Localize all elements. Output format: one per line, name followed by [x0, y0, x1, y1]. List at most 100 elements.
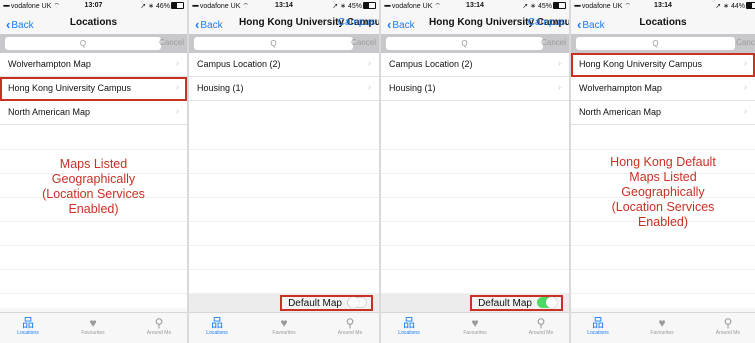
heart-icon: ♥	[658, 316, 666, 330]
tab-label: Favourites	[463, 330, 487, 336]
list-item[interactable]: Campus Location (2) ›	[189, 53, 379, 77]
list-item[interactable]: Wolverhampton Map ›	[0, 53, 187, 77]
tab-label: Locations	[587, 330, 609, 336]
cancel-button[interactable]: Cancel	[541, 38, 566, 47]
tab-locations[interactable]: 品 Locations	[192, 316, 242, 336]
empty-row-separator	[381, 221, 569, 222]
annotation-line: Geographically	[621, 185, 705, 199]
sitemap-icon: 品	[21, 316, 34, 330]
tab-label: Locations	[398, 330, 420, 336]
map-list: Hong Kong University Campus › Wolverhampt…	[571, 53, 755, 308]
search-input[interactable]: Q	[386, 37, 543, 50]
list-item[interactable]: North American Map ›	[0, 101, 187, 125]
list-item-label: Hong Kong University Campus	[579, 59, 703, 69]
heart-icon: ♥	[471, 316, 479, 330]
search-input[interactable]: Q	[194, 37, 353, 50]
empty-row-separator	[0, 269, 187, 270]
empty-row-separator	[381, 197, 569, 198]
list-item[interactable]: Campus Location (2) ›	[381, 53, 569, 77]
chevron-right-icon: ›	[176, 82, 179, 92]
chevron-right-icon: ›	[744, 106, 747, 116]
chevron-right-icon: ›	[744, 82, 747, 92]
page-title: Locations	[69, 17, 118, 28]
tab-around-me[interactable]: ⚲ Around Me	[516, 316, 566, 336]
campus-button[interactable]: Campus	[338, 17, 375, 28]
annotation-text: Hong Kong Default Maps Listed Geographic…	[571, 155, 755, 230]
list-item[interactable]: Wolverhampton Map ›	[571, 77, 755, 101]
annotation-line: (Location Services	[42, 187, 145, 201]
search-icon: Q	[652, 39, 659, 48]
status-bar: ▪▪▪▪ vodafone UK ⌔ 13:14 ➚ ∗ 45%	[381, 0, 569, 12]
search-bar: Q Cancel	[0, 34, 187, 53]
search-input[interactable]: Q	[5, 37, 161, 50]
tab-favourites[interactable]: ♥ Favourites	[68, 316, 118, 336]
list-item-label: Wolverhampton Map	[579, 83, 662, 93]
cancel-button[interactable]: Cancel	[351, 38, 376, 47]
back-label: Back	[200, 20, 223, 31]
search-icon: Q	[461, 39, 468, 48]
list-item[interactable]: Housing (1) ›	[381, 77, 569, 101]
battery-percent: 45%	[347, 3, 362, 10]
tab-around-me[interactable]: ⚲ Around Me	[703, 316, 753, 336]
search-icon: Q	[79, 39, 87, 48]
campus-list: Campus Location (2) › Housing (1) ›	[381, 53, 569, 294]
tab-favourites[interactable]: ♥ Favourites	[259, 316, 309, 336]
cancel-button[interactable]: Cancel	[736, 38, 755, 47]
list-item-highlighted[interactable]: Hong Kong University Campus ›	[0, 77, 187, 101]
default-map-toggle[interactable]	[537, 297, 557, 308]
bluetooth-icon: ∗	[340, 3, 347, 10]
chevron-right-icon: ›	[558, 82, 561, 92]
list-item-highlighted[interactable]: Hong Kong University Campus ›	[571, 53, 755, 77]
campus-list: Campus Location (2) › Housing (1) ›	[189, 53, 379, 294]
tab-favourites[interactable]: ♥ Favourites	[450, 316, 500, 336]
map-list: Wolverhampton Map › Hong Kong University …	[0, 53, 187, 308]
chevron-right-icon: ›	[558, 58, 561, 68]
annotation-text: Maps Listed Geographically (Location Ser…	[0, 157, 187, 217]
heart-icon: ♥	[280, 316, 288, 330]
tab-label: Favourites	[81, 330, 105, 336]
list-item-label: North American Map	[579, 107, 662, 117]
tab-label: Around Me	[337, 330, 363, 336]
list-item[interactable]: Housing (1) ›	[189, 77, 379, 101]
nav-bar: ‹Back Hong Kong University Campus Campus	[189, 12, 379, 34]
back-button[interactable]: ‹Back	[387, 17, 415, 32]
campus-button[interactable]: Campus	[528, 17, 565, 28]
list-item-label: Campus Location (2)	[197, 59, 281, 69]
tab-around-me[interactable]: ⚲ Around Me	[134, 316, 184, 336]
default-map-label: Default Map	[288, 298, 342, 309]
empty-row-separator	[189, 269, 379, 270]
page-title: Locations	[639, 17, 687, 28]
location-icon: ➚	[522, 3, 529, 10]
tab-favourites[interactable]: ♥ Favourites	[637, 316, 687, 336]
empty-row-separator	[0, 245, 187, 246]
default-map-bar: Default Map	[189, 294, 379, 312]
default-map-toggle[interactable]	[347, 297, 367, 308]
search-input[interactable]: Q	[576, 37, 735, 50]
status-bar: ▪▪▪▪ vodafone UK ⌔ 13:14 ➚ ∗ 45%	[189, 0, 379, 12]
tab-locations[interactable]: 品 Locations	[384, 316, 434, 336]
list-item[interactable]: North American Map ›	[571, 101, 755, 125]
empty-row-separator	[381, 173, 569, 174]
list-item-label: Housing (1)	[197, 83, 244, 93]
tab-locations[interactable]: 品 Locations	[3, 316, 53, 336]
list-item-label: Wolverhampton Map	[8, 59, 91, 69]
default-map-bar: Default Map	[381, 294, 569, 312]
back-label: Back	[392, 20, 415, 31]
empty-row-separator	[0, 149, 187, 150]
default-map-label: Default Map	[478, 298, 532, 309]
tab-around-me[interactable]: ⚲ Around Me	[325, 316, 375, 336]
tab-locations[interactable]: 品 Locations	[573, 316, 623, 336]
location-icon: ➚	[332, 3, 339, 10]
chevron-right-icon: ›	[368, 58, 371, 68]
annotation-line: Hong Kong Default	[610, 155, 716, 169]
screen-campus-default-off: ▪▪▪▪ vodafone UK ⌔ 13:14 ➚ ∗ 45% ‹Back H…	[189, 0, 379, 343]
empty-row-separator	[571, 149, 755, 150]
list-item-label: Hong Kong University Campus	[8, 83, 132, 93]
default-map-highlight: Default Map	[470, 295, 563, 311]
chevron-left-icon: ‹	[195, 17, 200, 32]
empty-row-separator	[189, 245, 379, 246]
cancel-button[interactable]: Cancel	[159, 38, 184, 47]
back-button[interactable]: ‹Back	[195, 17, 223, 32]
battery-icon	[746, 2, 755, 9]
battery-icon	[553, 2, 566, 9]
